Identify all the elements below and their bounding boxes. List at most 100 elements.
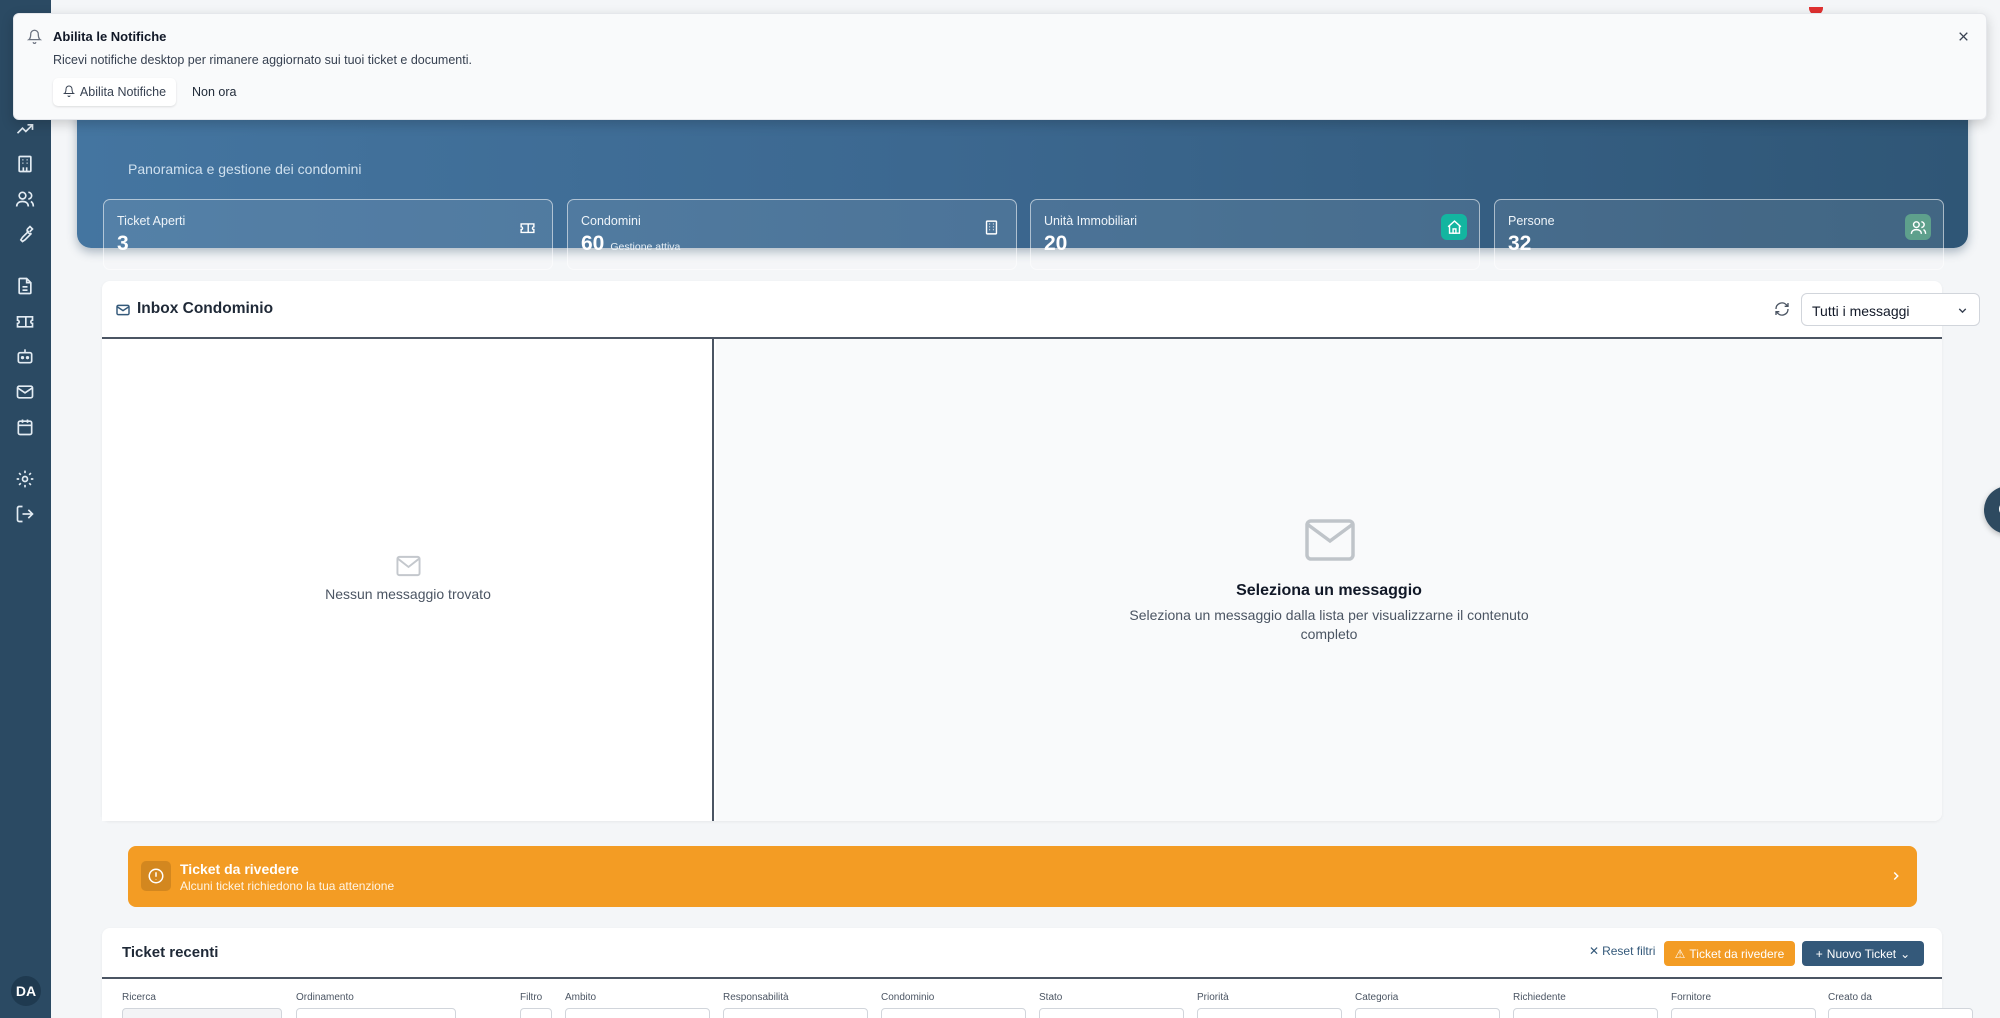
users-icon [1905, 214, 1931, 240]
enable-notifications-button[interactable]: Abilita Notifiche [53, 78, 176, 106]
tickets-review-button[interactable]: ⚠ Ticket da rivedere [1664, 941, 1795, 966]
requester-select[interactable] [1513, 1008, 1658, 1018]
building-icon [978, 214, 1004, 240]
stat-label: Persone [1508, 214, 1555, 228]
filter-label-filter: Filtro [520, 992, 543, 1003]
empty-list-message: Nessun messaggio trovato [325, 586, 491, 602]
stat-value: 3 [117, 232, 129, 255]
reset-filters-label: Reset filtri [1602, 944, 1656, 958]
alert-title: Ticket da rivedere [180, 861, 299, 877]
mail-icon [1305, 519, 1355, 561]
inbox-panel: Inbox Condominio Tutti i messaggi Nessun… [102, 281, 1980, 821]
bell-icon [62, 85, 76, 100]
stat-value: 20 [1044, 232, 1068, 255]
logout-icon[interactable] [15, 504, 35, 524]
avatar[interactable]: DA [11, 976, 41, 1006]
inbox-header: Inbox Condominio Tutti i messaggi [102, 281, 1980, 339]
filter-label-created-by: Creato da [1828, 992, 1872, 1003]
created-by-select[interactable] [1828, 1008, 1973, 1018]
ticket-icon[interactable] [15, 311, 35, 331]
alert-circle-icon [141, 861, 171, 891]
filter-label-category: Categoria [1355, 992, 1399, 1003]
select-value: Tutti i messaggi [1812, 303, 1910, 319]
supplier-select[interactable] [1671, 1008, 1816, 1018]
home-icon [1441, 214, 1467, 240]
scope-select[interactable] [565, 1008, 710, 1018]
stat-label: Condomini [581, 214, 641, 228]
reset-filters-button[interactable]: ✕ Reset filtri [1589, 944, 1655, 958]
chevron-down-icon [1956, 304, 1969, 317]
new-ticket-button[interactable]: + Nuovo Ticket ⌄ [1802, 941, 1924, 966]
filter-label-supplier: Fornitore [1671, 992, 1712, 1003]
responsibility-select[interactable] [723, 1008, 868, 1018]
sidebar: DA [0, 0, 51, 1018]
stat-card-condomini[interactable]: Condomini 60 Gestione attiva [567, 199, 1017, 270]
mail-icon [115, 302, 131, 318]
recent-tickets-panel: Ticket recenti ✕ Reset filtri ⚠ Ticket d… [102, 928, 1973, 1018]
stat-label: Ticket Aperti [117, 214, 186, 228]
condominium-select[interactable] [881, 1008, 1026, 1018]
wrench-icon[interactable] [15, 224, 35, 244]
filter-label-responsibility: Responsabilità [723, 992, 789, 1003]
alert-subtitle: Alcuni ticket richiedono la tua attenzio… [180, 879, 395, 893]
notification-description: Ricevi notifiche desktop per rimanere ag… [53, 53, 472, 67]
sort-select[interactable] [296, 1008, 456, 1018]
trending-up-icon[interactable] [15, 119, 35, 139]
stat-card-units[interactable]: Unità Immobiliari 20 [1030, 199, 1480, 270]
status-select[interactable] [1039, 1008, 1184, 1018]
stat-card-people[interactable]: Persone 32 [1494, 199, 1944, 270]
not-now-button[interactable]: Non ora [192, 85, 236, 99]
notification-title: Abilita le Notifiche [53, 29, 167, 44]
notification-banner: Abilita le Notifiche Ricevi notifiche de… [13, 13, 1987, 120]
stat-value: 32 [1508, 232, 1532, 255]
tickets-title: Ticket recenti [122, 944, 219, 961]
category-select[interactable] [1355, 1008, 1500, 1018]
calendar-icon[interactable] [15, 417, 35, 437]
tickets-header: Ticket recenti ✕ Reset filtri ⚠ Ticket d… [102, 928, 1942, 979]
main-content: Panoramica e gestione dei condomini Tick… [51, 0, 2000, 1018]
filter-label-scope: Ambito [565, 992, 597, 1003]
building-icon[interactable] [15, 154, 35, 174]
refresh-icon[interactable] [1774, 301, 1790, 317]
inbox-title: Inbox Condominio [137, 300, 274, 317]
page-subtitle: Panoramica e gestione dei condomini [128, 161, 362, 177]
mail-icon[interactable] [15, 382, 35, 402]
bot-icon[interactable] [15, 346, 35, 366]
message-list: Nessun messaggio trovato [102, 339, 714, 821]
settings-icon[interactable] [15, 469, 35, 489]
stat-card-tickets[interactable]: Ticket Aperti 3 [103, 199, 553, 270]
message-filter-select[interactable]: Tutti i messaggi [1801, 293, 1980, 326]
warning-icon: ⚠ [1674, 946, 1686, 961]
chevron-right-icon [1889, 869, 1903, 883]
new-ticket-label: Nuovo Ticket [1826, 946, 1897, 961]
search-input[interactable] [122, 1008, 282, 1018]
document-icon[interactable] [15, 276, 35, 296]
detail-description: Seleziona un messaggio dalla lista per v… [1129, 607, 1529, 642]
chat-button[interactable] [1984, 486, 2000, 534]
close-icon: ✕ [1589, 944, 1600, 958]
filter-label-sort: Ordinamento [296, 992, 354, 1003]
filter-label-requester: Richiedente [1513, 992, 1566, 1003]
priority-select[interactable] [1197, 1008, 1342, 1018]
chat-bubble-icon [1999, 505, 2000, 518]
mail-icon [396, 555, 421, 577]
detail-title: Seleziona un messaggio [1236, 582, 1422, 599]
review-label: Ticket da rivedere [1689, 946, 1785, 961]
bell-icon [26, 29, 43, 44]
chevron-down-icon: ⌄ [1900, 946, 1911, 961]
plus-icon: + [1815, 946, 1823, 961]
filter-label-priority: Priorità [1197, 992, 1229, 1003]
filter-label-status: Stato [1039, 992, 1063, 1003]
review-tickets-alert[interactable]: Ticket da rivedere Alcuni ticket richied… [128, 846, 1917, 907]
stat-note: Gestione attiva [610, 241, 681, 253]
users-icon[interactable] [15, 189, 35, 209]
message-detail: Seleziona un messaggio Seleziona un mess… [716, 339, 1942, 821]
ticket-icon [514, 214, 540, 240]
filter-select[interactable] [520, 1008, 552, 1018]
enable-notifications-label: Abilita Notifiche [79, 85, 167, 99]
filter-label-condominium: Condominio [881, 992, 935, 1003]
stat-label: Unità Immobiliari [1044, 214, 1138, 228]
stat-value: 60 Gestione attiva [581, 232, 681, 255]
filter-label-search: Ricerca [122, 992, 156, 1003]
close-icon[interactable] [1957, 30, 1970, 43]
